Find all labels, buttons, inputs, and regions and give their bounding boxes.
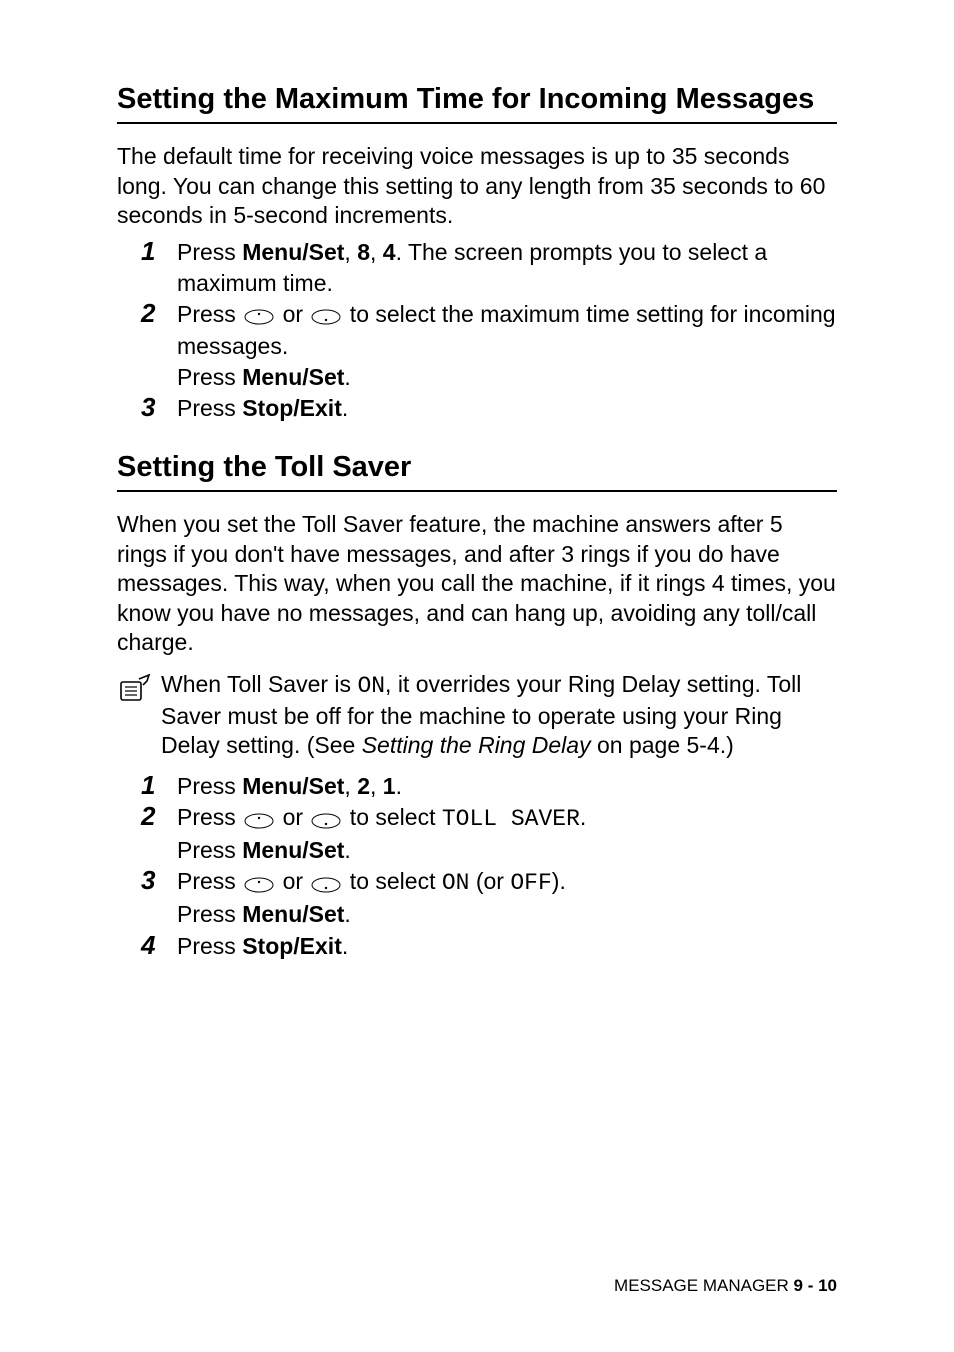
down-arrow-icon xyxy=(311,868,341,899)
step-text: Press xyxy=(177,901,242,927)
step-text: (or xyxy=(469,868,510,894)
stop-exit-label: Stop/Exit xyxy=(242,933,342,959)
mono-on: ON xyxy=(357,673,385,699)
step-text: Press xyxy=(177,933,242,959)
key-label: 8 xyxy=(357,239,370,265)
step-number: 1 xyxy=(141,234,155,269)
step-text: to select xyxy=(343,804,441,830)
footer-label: MESSAGE MANAGER xyxy=(614,1276,793,1295)
menu-set-label: Menu/Set xyxy=(242,239,344,265)
note-block: When Toll Saver is ON, it overrides your… xyxy=(117,670,837,762)
note-text: When Toll Saver is ON, it overrides your… xyxy=(161,670,837,762)
step-item: 3 Press Stop/Exit. xyxy=(147,393,837,424)
section-heading-toll-saver: Setting the Toll Saver xyxy=(117,450,837,492)
step-number: 2 xyxy=(141,799,155,834)
step-text: . xyxy=(342,933,348,959)
step-item: 2 Press or to select TOLL SAVER. Press M… xyxy=(147,802,837,866)
step-item: 2 Press or to select the maximum time se… xyxy=(147,299,837,394)
step-number: 1 xyxy=(141,768,155,803)
cross-ref: Setting the Ring Delay xyxy=(362,732,591,758)
menu-set-label: Menu/Set xyxy=(242,837,344,863)
menu-set-label: Menu/Set xyxy=(242,901,344,927)
step-text: Press xyxy=(177,364,242,390)
intro-paragraph-toll-saver: When you set the Toll Saver feature, the… xyxy=(117,510,837,657)
step-text: , xyxy=(370,773,383,799)
menu-set-label: Menu/Set xyxy=(242,773,344,799)
step-text: Press xyxy=(177,301,242,327)
step-text: . xyxy=(344,837,350,863)
note-segment: When Toll Saver is xyxy=(161,671,357,697)
step-number: 3 xyxy=(141,863,155,898)
steps-list-max-time: 1 Press Menu/Set, 8, 4. The screen promp… xyxy=(117,237,837,425)
mono-on: ON xyxy=(442,870,470,896)
up-arrow-icon xyxy=(244,300,274,331)
step-text: to select xyxy=(343,868,441,894)
step-text: Press xyxy=(177,837,242,863)
key-label: 1 xyxy=(383,773,396,799)
up-arrow-icon xyxy=(244,868,274,899)
stop-exit-label: Stop/Exit xyxy=(242,395,342,421)
step-text: or xyxy=(276,868,309,894)
page-number: 9 - 10 xyxy=(794,1276,837,1295)
step-number: 4 xyxy=(141,928,155,963)
step-text: or xyxy=(276,301,309,327)
mono-off: OFF xyxy=(510,870,551,896)
key-label: 2 xyxy=(357,773,370,799)
step-item: 3 Press or to select ON (or OFF). Press … xyxy=(147,866,837,930)
mono-toll-saver: TOLL SAVER xyxy=(442,806,580,832)
step-text: . xyxy=(344,364,350,390)
key-label: 4 xyxy=(383,239,396,265)
step-number: 2 xyxy=(141,296,155,331)
step-number: 3 xyxy=(141,390,155,425)
step-text: , xyxy=(344,773,357,799)
step-text: Press xyxy=(177,804,242,830)
step-text: . xyxy=(396,773,402,799)
menu-set-label: Menu/Set xyxy=(242,364,344,390)
step-text: . xyxy=(580,804,586,830)
intro-paragraph-max-time: The default time for receiving voice mes… xyxy=(117,142,837,230)
section-heading-max-time: Setting the Maximum Time for Incoming Me… xyxy=(117,82,837,124)
step-text: Press xyxy=(177,773,242,799)
step-text: . xyxy=(344,901,350,927)
step-text: . xyxy=(342,395,348,421)
step-text: , xyxy=(344,239,357,265)
down-arrow-icon xyxy=(311,804,341,835)
steps-list-toll-saver: 1 Press Menu/Set, 2, 1. 2 Press or to se… xyxy=(117,771,837,961)
note-segment: on page 5-4.) xyxy=(591,732,734,758)
page-footer: MESSAGE MANAGER 9 - 10 xyxy=(614,1276,837,1296)
step-text: Press xyxy=(177,395,242,421)
step-item: 1 Press Menu/Set, 2, 1. xyxy=(147,771,837,802)
step-item: 1 Press Menu/Set, 8, 4. The screen promp… xyxy=(147,237,837,299)
down-arrow-icon xyxy=(311,300,341,331)
up-arrow-icon xyxy=(244,804,274,835)
step-text: Press xyxy=(177,868,242,894)
note-icon xyxy=(117,673,153,711)
step-text: ). xyxy=(552,868,566,894)
step-item: 4 Press Stop/Exit. xyxy=(147,931,837,962)
step-text: , xyxy=(370,239,383,265)
step-text: or xyxy=(276,804,309,830)
step-text: Press xyxy=(177,239,242,265)
